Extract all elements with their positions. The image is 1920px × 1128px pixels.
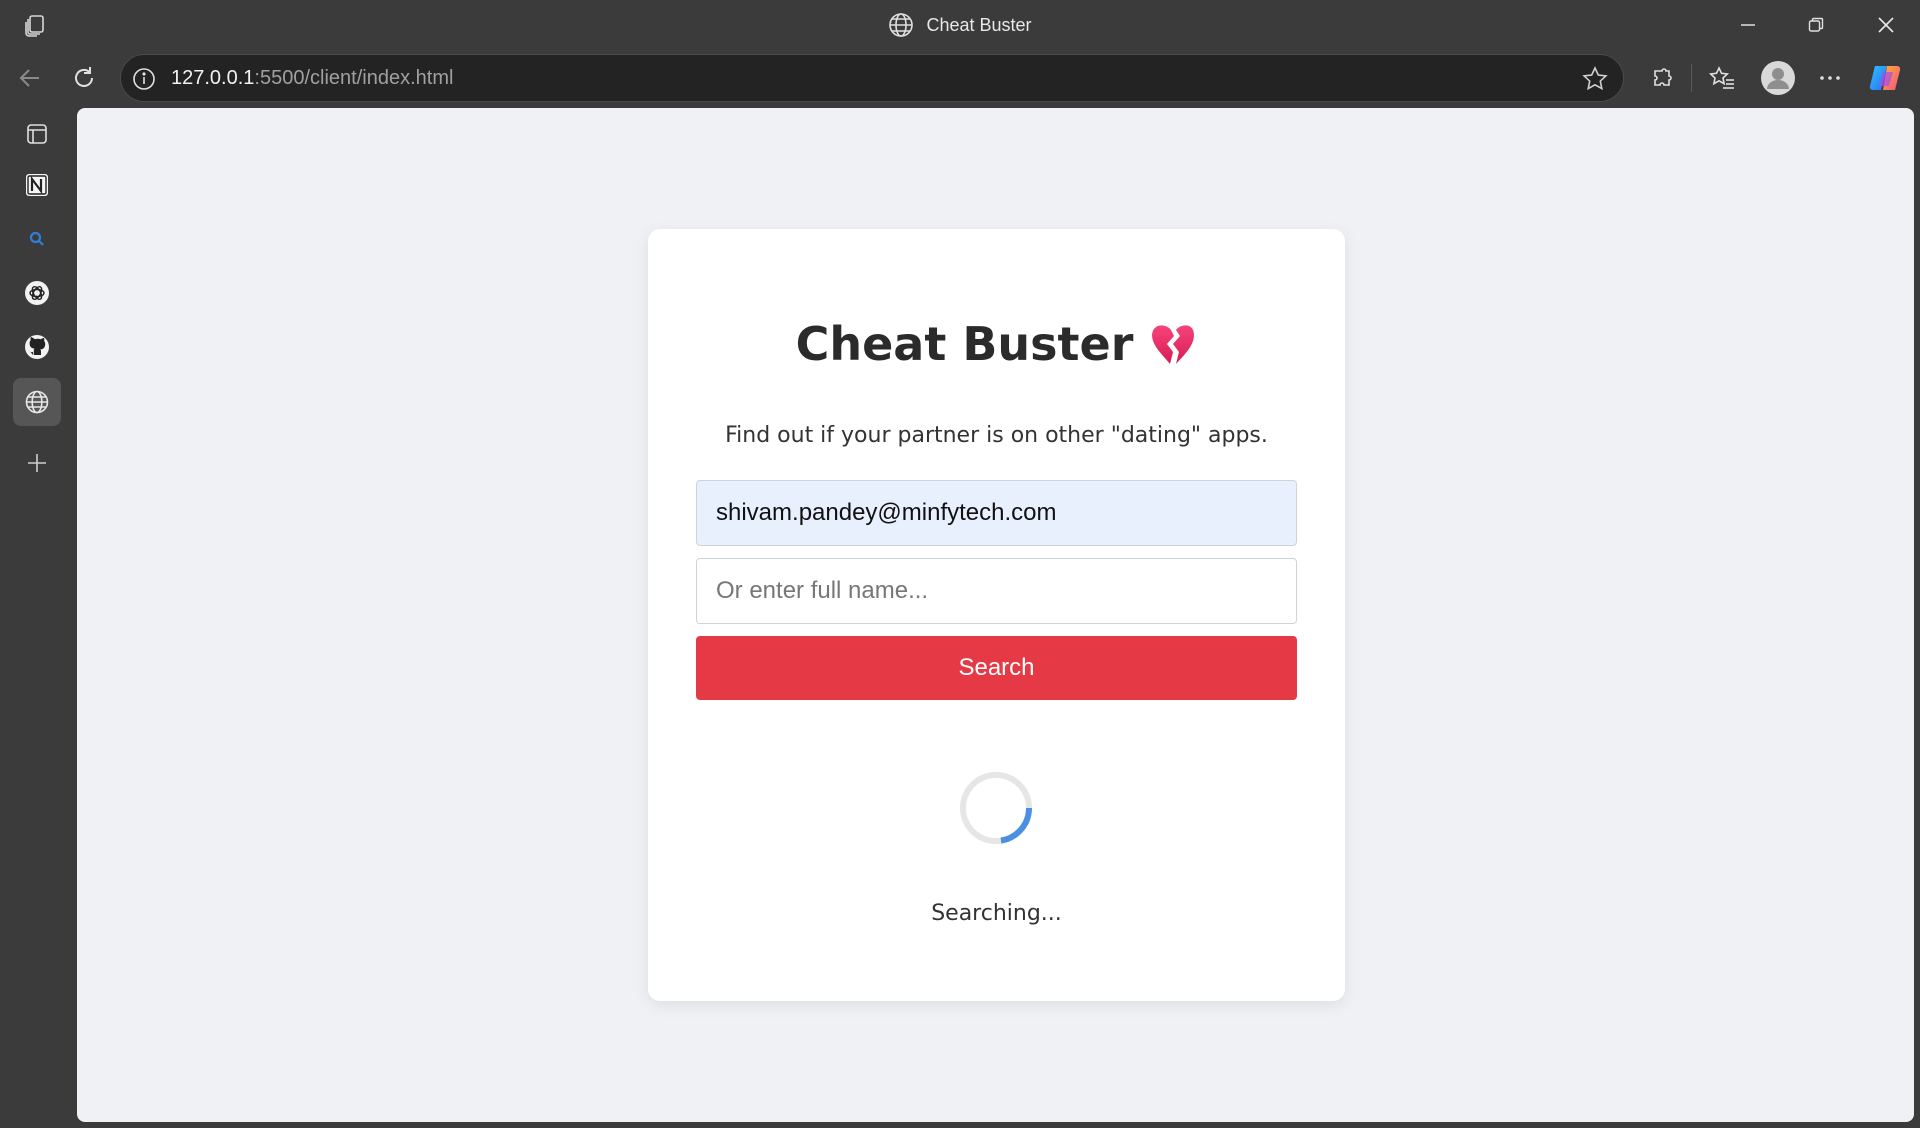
url-text[interactable]: 127.0.0.1:5500/client/index.html [171,67,453,90]
restore-button[interactable] [1782,0,1850,50]
more-options-icon[interactable] [1814,62,1846,94]
sidebar-item-github[interactable] [13,323,61,371]
notion-icon [26,174,48,196]
title-bar: Cheat Buster [0,0,1920,50]
globe-icon [889,13,914,37]
profile-avatar[interactable] [1758,58,1798,98]
search-icon [29,231,44,246]
address-bar[interactable]: 127.0.0.1:5500/client/index.html [120,54,1624,102]
page-title: Cheat Buster [648,317,1345,371]
sidebar-item-globe[interactable] [13,378,61,426]
github-icon [25,335,49,359]
window-title: Cheat Buster [0,12,1920,38]
broken-heart-icon [1152,325,1195,364]
search-button[interactable]: Search [696,636,1297,700]
favorites-button[interactable] [1706,62,1738,94]
full-name-input[interactable] [696,558,1297,624]
site-info-icon[interactable] [131,66,157,92]
sidebar-item-search[interactable] [13,215,61,263]
minimize-button[interactable] [1714,0,1782,50]
search-card: Cheat Buster Find out if your partner is… [648,229,1345,1001]
refresh-button[interactable] [68,62,100,94]
url-host: 127.0.0.1 [171,67,255,89]
page-title-text: Cheat Buster [795,317,1134,371]
sidebar-add-button[interactable] [13,439,61,487]
page-viewport: Cheat Buster Find out if your partner is… [77,108,1914,1122]
tab-actions-icon [27,124,47,144]
add-icon [28,454,46,472]
sidebar-item-chatgpt[interactable] [13,269,61,317]
sidebar-item-notion[interactable] [13,161,61,209]
globe-icon [25,390,49,414]
page-subtitle: Find out if your partner is on other "da… [725,423,1268,448]
url-path: :5500/client/index.html [254,67,454,89]
status-text: Searching... [931,901,1062,926]
chatgpt-icon [25,281,49,305]
email-input[interactable] [696,480,1297,546]
back-button[interactable] [14,62,46,94]
toolbar-separator [1691,64,1692,92]
copilot-icon[interactable] [1868,60,1906,96]
extensions-button[interactable] [1646,62,1678,94]
loading-spinner [960,772,1032,844]
sidebar-item-tab-actions[interactable] [13,110,61,158]
close-window-button[interactable] [1852,0,1920,50]
window-title-text: Cheat Buster [926,14,1032,35]
favorite-star-icon[interactable] [1581,65,1609,93]
browser-sidebar [0,106,76,1128]
